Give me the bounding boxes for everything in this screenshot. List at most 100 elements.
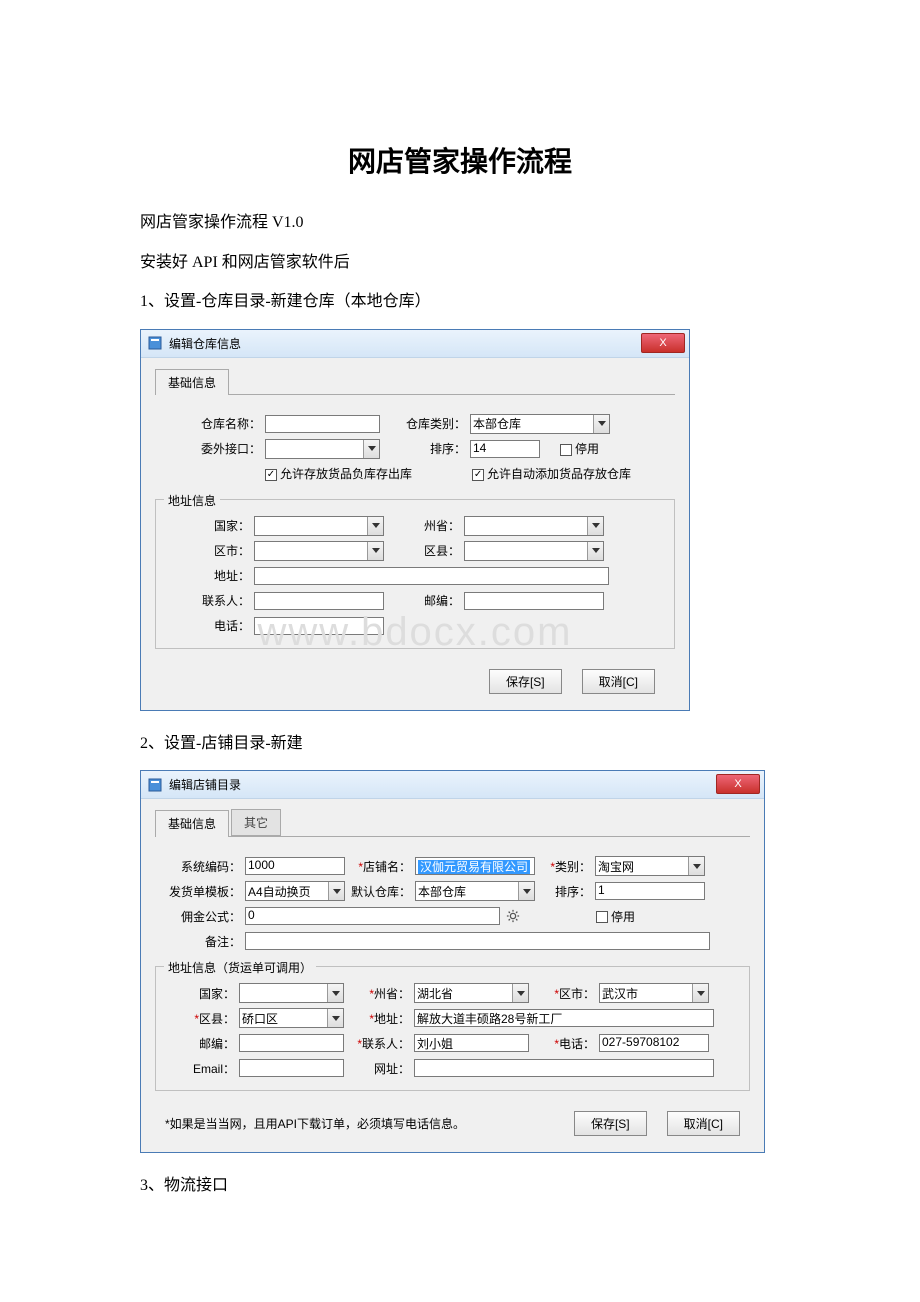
chevron-down-icon <box>327 1009 343 1027</box>
label-order: 排序： <box>380 440 470 457</box>
address-input[interactable]: 解放大道丰硕路28号新工厂 <box>414 1009 714 1027</box>
label-address: *地址： <box>344 1010 414 1027</box>
address-group: 地址信息（货运单可调用） 国家： *州省： 湖北省 *区市： 武汉市 *区县： … <box>155 966 750 1091</box>
save-button[interactable]: 保存[S] <box>489 669 562 694</box>
chevron-down-icon <box>587 517 603 535</box>
warehouse-name-input[interactable] <box>265 415 380 433</box>
label-contact: *联系人： <box>344 1035 414 1052</box>
disable-checkbox[interactable] <box>560 444 572 456</box>
label-disable: 停用 <box>575 440 599 457</box>
tab-strip: 基础信息 其它 <box>155 809 750 837</box>
def-wh-select[interactable]: 本部仓库 <box>415 881 535 901</box>
order-input[interactable]: 14 <box>470 440 540 458</box>
label-city: *区市： <box>529 985 599 1002</box>
dialog-titlebar: 编辑仓库信息 X <box>141 330 689 358</box>
address-group: 地址信息 国家： 州省： 区市： 区县： 地址： <box>155 499 675 649</box>
label-province: 州省： <box>384 517 464 534</box>
shopname-input[interactable]: 汉伽元贸易有限公司 <box>415 857 535 875</box>
commission-input[interactable]: 0 <box>245 907 500 925</box>
chevron-down-icon <box>367 517 383 535</box>
city-select[interactable]: 武汉市 <box>599 983 709 1003</box>
label-url: 网址： <box>344 1060 414 1077</box>
label-phone: 电话： <box>164 617 254 634</box>
label-postcode: 邮编： <box>384 592 464 609</box>
email-input[interactable] <box>239 1059 344 1077</box>
label-outsource: 委外接口： <box>155 440 265 457</box>
cancel-button[interactable]: 取消[C] <box>582 669 655 694</box>
phone-input[interactable] <box>254 617 384 635</box>
tab-strip: 基础信息 <box>155 368 675 395</box>
district-select[interactable]: 硚口区 <box>239 1008 344 1028</box>
close-button[interactable]: X <box>716 774 760 794</box>
label-category: *类别： <box>535 858 595 875</box>
label-city: 区市： <box>164 542 254 559</box>
app-icon <box>147 777 163 793</box>
label-postcode: 邮编： <box>164 1035 239 1052</box>
warehouse-type-select[interactable]: 本部仓库 <box>470 414 610 434</box>
country-select[interactable] <box>239 983 344 1003</box>
label-commission: 佣金公式： <box>155 908 245 925</box>
address-group-title: 地址信息 <box>164 492 220 509</box>
label-disable: 停用 <box>611 908 635 925</box>
address-input[interactable] <box>254 567 609 585</box>
tab-basic-info[interactable]: 基础信息 <box>155 369 229 395</box>
doc-step-2: 2、设置-店铺目录-新建 <box>140 731 780 757</box>
tab-other[interactable]: 其它 <box>231 809 281 836</box>
ship-tpl-select[interactable]: A4自动换页 <box>245 881 345 901</box>
dangdang-note: *如果是当当网，且用API下载订单，必须填写电话信息。 <box>165 1115 465 1132</box>
allow-neg-checkbox[interactable] <box>265 469 277 481</box>
city-select[interactable] <box>254 541 384 561</box>
label-remark: 备注： <box>155 933 245 950</box>
label-order: 排序： <box>535 883 595 900</box>
label-country: 国家： <box>164 985 239 1002</box>
label-district: 区县： <box>384 542 464 559</box>
district-select[interactable] <box>464 541 604 561</box>
contact-input[interactable] <box>254 592 384 610</box>
chevron-down-icon <box>367 542 383 560</box>
app-icon <box>147 335 163 351</box>
label-syscode: 系统编码： <box>155 858 245 875</box>
category-select[interactable]: 淘宝网 <box>595 856 705 876</box>
tab-basic-info[interactable]: 基础信息 <box>155 810 229 837</box>
province-select[interactable] <box>464 516 604 536</box>
url-input[interactable] <box>414 1059 714 1077</box>
cancel-button[interactable]: 取消[C] <box>667 1111 740 1136</box>
label-shopname: *店铺名： <box>345 858 415 875</box>
label-warehouse-type: 仓库类别： <box>380 415 470 432</box>
doc-step-3: 3、物流接口 <box>140 1173 780 1199</box>
doc-version-line: 网店管家操作流程 V1.0 <box>140 210 780 236</box>
label-allow-neg: 允许存放货品负库存出库 <box>280 465 412 482</box>
postcode-input[interactable] <box>464 592 604 610</box>
postcode-input[interactable] <box>239 1034 344 1052</box>
label-ship-tpl: 发货单模板： <box>155 883 245 900</box>
syscode-input[interactable]: 1000 <box>245 857 345 875</box>
chevron-down-icon <box>688 857 704 875</box>
label-warehouse-name: 仓库名称： <box>155 415 265 432</box>
dialog-title: 编辑店铺目录 <box>169 776 241 793</box>
save-button[interactable]: 保存[S] <box>574 1111 647 1136</box>
label-allow-auto: 允许自动添加货品存放仓库 <box>487 465 631 482</box>
phone-input[interactable]: 027-59708102 <box>599 1034 709 1052</box>
chevron-down-icon <box>363 440 379 458</box>
doc-step-1: 1、设置-仓库目录-新建仓库（本地仓库） <box>140 289 780 315</box>
contact-input[interactable]: 刘小姐 <box>414 1034 529 1052</box>
allow-auto-checkbox[interactable] <box>472 469 484 481</box>
edit-warehouse-dialog: 编辑仓库信息 X 基础信息 仓库名称： 仓库类别： 本部仓库 委外接口： <box>140 329 690 711</box>
label-province: *州省： <box>344 985 414 1002</box>
order-input[interactable]: 1 <box>595 882 705 900</box>
gear-icon[interactable] <box>506 909 520 923</box>
country-select[interactable] <box>254 516 384 536</box>
close-button[interactable]: X <box>641 333 685 353</box>
chevron-down-icon <box>692 984 708 1002</box>
doc-install-line: 安装好 API 和网店管家软件后 <box>140 250 780 276</box>
province-select[interactable]: 湖北省 <box>414 983 529 1003</box>
label-email: Email： <box>164 1060 239 1077</box>
label-country: 国家： <box>164 517 254 534</box>
dialog-titlebar: 编辑店铺目录 X <box>141 771 764 799</box>
chevron-down-icon <box>328 882 344 900</box>
remark-input[interactable] <box>245 932 710 950</box>
disable-checkbox[interactable] <box>596 911 608 923</box>
chevron-down-icon <box>512 984 528 1002</box>
outsource-select[interactable] <box>265 439 380 459</box>
page-title: 网店管家操作流程 <box>140 140 780 180</box>
